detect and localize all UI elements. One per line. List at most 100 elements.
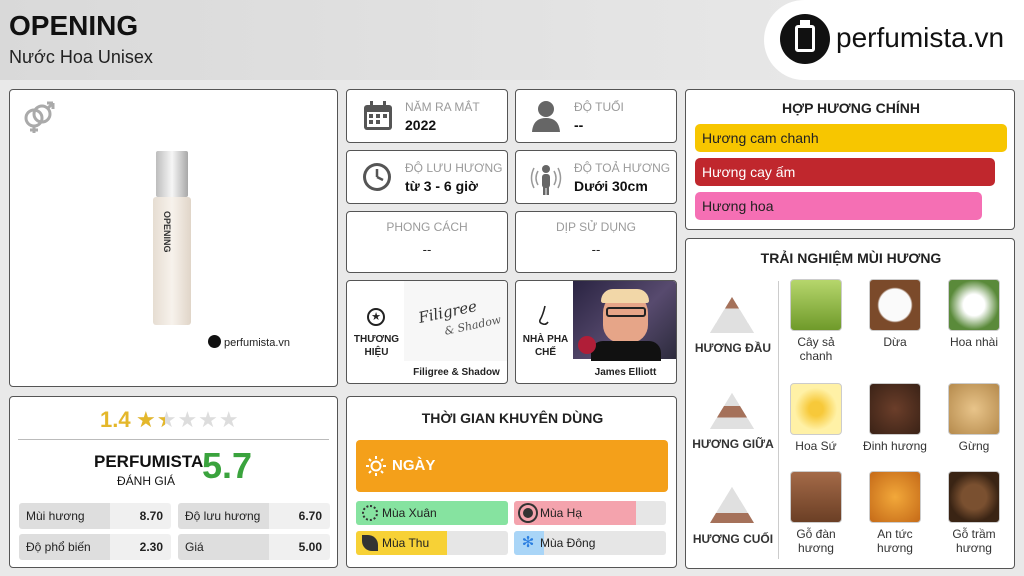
release-year-value: 2022 [405,117,437,133]
note-label: Gừng [958,439,990,453]
sun-icon [366,456,386,476]
watermark-icon [208,335,221,348]
sillage-label: ĐỘ TOẢ HƯƠNG [574,161,671,175]
note-image [790,279,842,331]
note-image [790,471,842,523]
age-value: -- [574,117,584,133]
perfumer-card[interactable]: NHÀ PHA CHẾ James Elliott [515,280,677,384]
note-image [948,279,1000,331]
occasion-value: -- [591,242,601,257]
occasion-label: DỊP SỬ DỤNG [555,220,637,234]
stat-price: Giá 5.00 [178,534,330,560]
note-label: Gỗ đàn hương [796,527,836,555]
rating-card: 1.4 ★★★★★ ★★★★★ PERFUMISTA ĐÁNH GIÁ 5.7 … [9,396,338,568]
person-icon [531,99,561,133]
perfumer-label: NHÀ PHA CHẾ [522,334,569,358]
middle-notes-label: HƯƠNG GIỮA [692,437,774,451]
bottle-logo-icon [780,14,830,64]
top-notes-label: HƯƠNG ĐẦU [694,341,772,355]
brand-name: perfumista.vn [836,22,1005,53]
base-notes-pyramid-icon [708,485,756,530]
stat-popularity: Độ phổ biến 2.30 [19,534,171,560]
watermark-text: perfumista.vn [224,337,291,349]
brand-name: Filigree & Shadow [413,367,500,378]
product-card: OPENING perfumista.vn [9,89,338,387]
nose-icon [537,305,553,327]
flower-icon [362,505,378,521]
clock-icon [362,162,392,192]
note-image [948,383,1000,435]
accord-bar: Hương hoa [695,192,983,220]
note-image [869,279,921,331]
note-item[interactable]: Đinh hương [863,383,927,453]
note-item[interactable]: Cây sả chanh [784,279,848,363]
header: OPENING Nước Hoa Unisex perfumista.vn [0,0,1024,80]
age-label: ĐỘ TUỔI [574,100,624,114]
perfumista-label: PERFUMISTA [94,452,204,471]
usage-time-title: THỜI GIAN KHUYÊN DÙNG [421,410,604,426]
stat-scent: Mùi hương 8.70 [19,503,171,529]
note-label: An tức hương [877,527,913,555]
perfumista-score: 5.7 [202,445,253,486]
note-item[interactable]: Dừa [863,279,927,349]
brand-logo[interactable]: perfumista.vn [764,0,1024,80]
calendar-icon [363,101,393,131]
sillage-card: ĐỘ TOẢ HƯƠNG Dưới 30cm [515,150,677,204]
scent-notes-card: TRẢI NGHIỆM MÙI HƯƠNG HƯƠNG ĐẦU HƯƠNG GI… [685,238,1015,569]
top-notes-pyramid-icon [708,295,756,340]
stat-longevity: Độ lưu hương 6.70 [178,503,330,529]
note-item[interactable]: An tức hương [863,471,927,555]
season-spring: Mùa Xuân [356,501,508,525]
season-autumn: Mùa Thu [356,531,508,555]
star-rating-fill: ★★★★★ [136,408,165,432]
accord-bar: Hương cam chanh [695,124,1007,152]
scent-notes-title: TRẢI NGHIỆM MÙI HƯƠNG [760,250,942,266]
note-item[interactable]: Hoa Sứ [784,383,848,453]
rating-divider [18,439,329,440]
brand-logo-image: Filigree & Shadow [404,281,507,361]
note-label: Hoa nhài [949,335,999,349]
star-badge-icon: ★ [367,308,385,326]
note-item[interactable]: Hoa nhài [942,279,1006,349]
day-bar: NGÀY [356,440,668,492]
note-item[interactable]: Gừng [942,383,1006,453]
star-rating: ★★★★★ ★★★★★ [136,407,240,432]
season-winter: ✻ Mùa Đông [514,531,666,555]
snowflake-icon: ✻ [521,534,535,551]
note-item[interactable]: Gỗ trầm hương [942,471,1006,555]
unisex-icon [22,100,56,139]
style-value: -- [422,242,432,257]
note-image [948,471,1000,523]
notes-divider [778,281,779,559]
longevity-label: ĐỘ LƯU HƯƠNG [405,161,503,175]
main-accords-title: HỢP HƯƠNG CHÍNH [782,100,920,116]
perfume-subtitle: Nước Hoa Unisex [9,47,153,67]
bottle-label: OPENING [162,211,172,253]
evaluation-label: ĐÁNH GIÁ [117,474,176,488]
note-image [790,383,842,435]
style-label: PHONG CÁCH [386,220,468,234]
perfume-bottle-image: OPENING [153,151,191,326]
middle-notes-pyramid-icon [708,391,756,436]
sillage-value: Dưới 30cm [574,178,648,194]
note-item[interactable]: Gỗ đàn hương [784,471,848,555]
accord-bar: Hương cay ấm [695,158,995,186]
perfumer-name: James Elliott [594,367,657,378]
base-notes-label: HƯƠNG CUỐI [692,532,774,546]
note-image [869,471,921,523]
release-year-label: NĂM RA MẮT [405,100,480,114]
style-card: PHONG CÁCH -- [346,211,508,273]
note-label: Hoa Sứ [795,439,837,453]
age-card: ĐỘ TUỔI -- [515,89,677,143]
note-image [869,383,921,435]
day-label: NGÀY [392,457,436,474]
usage-time-card: THỜI GIAN KHUYÊN DÙNG NGÀY Mùa Xuân Mùa … [346,396,677,568]
sillage-icon [530,161,562,195]
season-summer: Mùa Hạ [514,501,666,525]
sun-summer-icon [520,505,536,521]
note-label: Gỗ trầm hương [952,527,996,555]
note-label: Đinh hương [863,439,927,453]
brand-label: THƯƠNG HIỆU [353,334,400,358]
brand-card[interactable]: ★ THƯƠNG HIỆU Filigree & Shadow Filigree… [346,280,508,384]
accord-list: Hương cam chanh Hương cay ấm Hương hoa [695,124,1007,226]
